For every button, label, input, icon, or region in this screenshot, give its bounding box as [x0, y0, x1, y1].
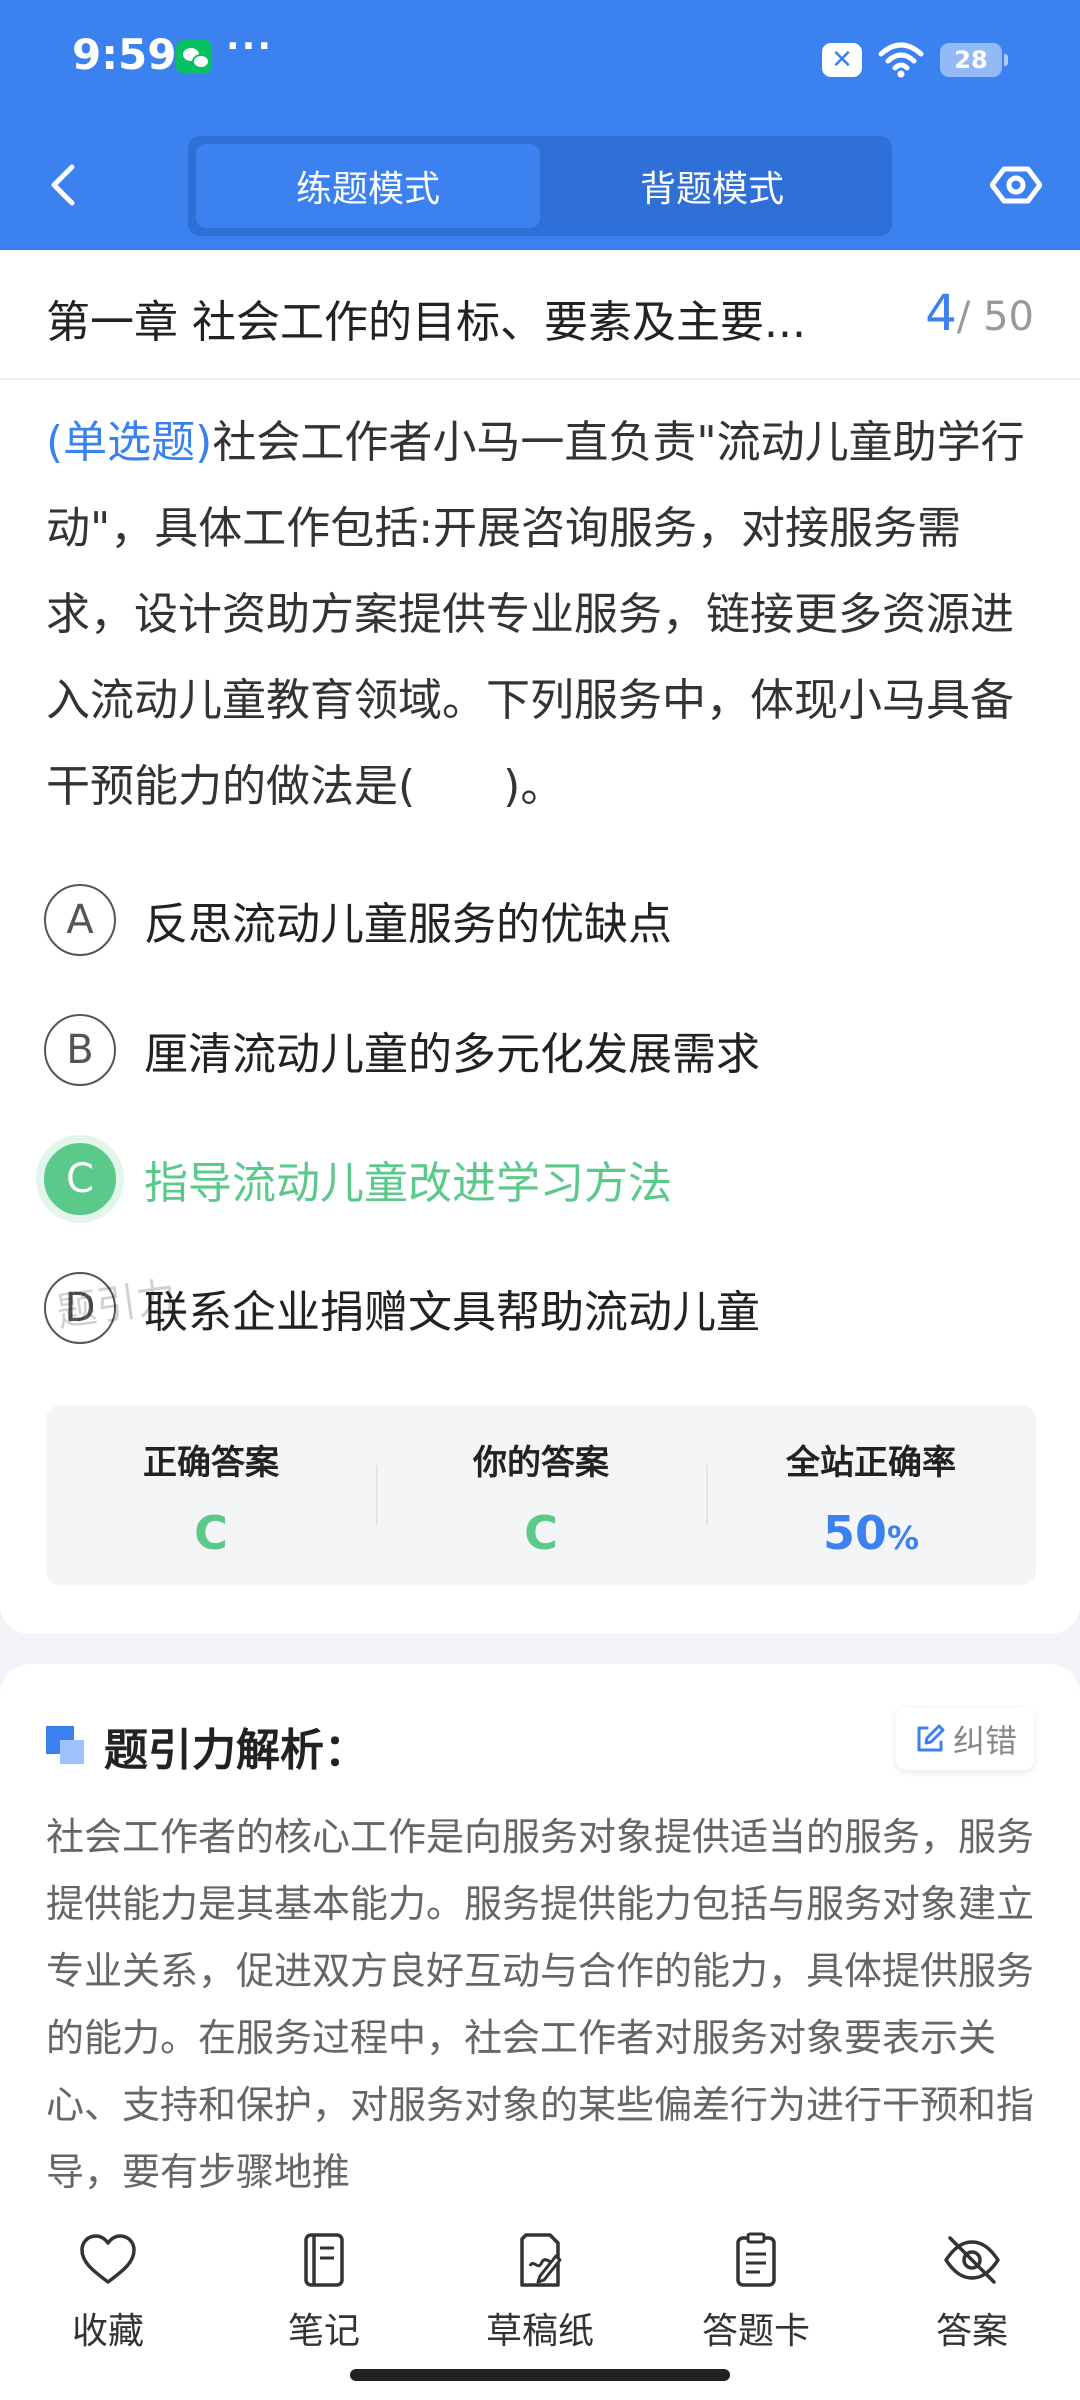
analysis-header: 题引力解析：: [46, 1714, 368, 1778]
chapter-title[interactable]: 第一章 社会工作的目标、要素及主要...: [46, 286, 806, 350]
correct-answer-value: C: [194, 1506, 228, 1560]
accuracy-value: 50%: [706, 1506, 1036, 1560]
mode-toggle: 练题模式 背题模式: [188, 136, 892, 236]
option-letter: C: [44, 1143, 116, 1215]
show-answer-label: 答案: [935, 2311, 1008, 2352]
close-badge-icon: ✕: [822, 43, 862, 77]
status-time: 9:59: [72, 30, 177, 79]
answer-result-box: 正确答案 C 你的答案 C 全站正确率 50%: [46, 1405, 1036, 1585]
scratch-paper-button[interactable]: 草稿纸: [460, 2232, 620, 2354]
option-a[interactable]: A 反思流动儿童服务的优缺点: [44, 880, 672, 960]
correct-answer-col: 正确答案 C: [46, 1405, 376, 1585]
answer-sheet-label: 答题卡: [701, 2311, 810, 2352]
option-text: 联系企业捐赠文具帮助流动儿童: [144, 1287, 760, 1338]
your-answer-value: C: [524, 1506, 558, 1560]
scratch-paper-label: 草稿纸: [485, 2311, 594, 2352]
question-stem: (单选题)社会工作者小马一直负责"流动儿童助学行动"，具体工作包括:开展咨询服务…: [46, 400, 1036, 830]
tab-memorize-mode[interactable]: 背题模式: [540, 144, 884, 228]
edit-icon: [917, 1724, 945, 1752]
wechat-icon: [176, 40, 212, 74]
notes-button[interactable]: 笔记: [244, 2232, 404, 2354]
option-letter: B: [44, 1014, 116, 1086]
question-progress: 4/ 50: [925, 284, 1034, 342]
analysis-logo-icon: [46, 1726, 86, 1766]
accuracy-col: 全站正确率 50%: [706, 1405, 1036, 1585]
question-type-tag: (单选题): [46, 417, 213, 468]
settings-hexagon-icon[interactable]: [990, 155, 1042, 215]
analysis-text: 社会工作者的核心工作是向服务对象提供适当的服务，服务提供能力是其基本能力。服务提…: [46, 1815, 1035, 2194]
accuracy-label: 全站正确率: [786, 1443, 956, 1483]
correct-answer-label: 正确答案: [143, 1443, 279, 1483]
answer-sheet-button[interactable]: 答题卡: [676, 2232, 836, 2354]
battery-icon: 28: [940, 43, 1008, 77]
notes-label: 笔记: [287, 2311, 360, 2352]
total-question-count: / 50: [956, 294, 1034, 340]
home-indicator[interactable]: [350, 2369, 730, 2381]
back-arrow-icon[interactable]: [38, 155, 88, 215]
current-question-number: 4: [925, 284, 957, 342]
eye-hidden-icon: [944, 2236, 1000, 2284]
wifi-icon: [878, 42, 924, 78]
status-icons: ✕ 28: [822, 40, 1008, 80]
more-notifications-icon: ···: [226, 26, 274, 67]
notebook-icon: [304, 2233, 344, 2287]
draft-paper-icon: [520, 2233, 562, 2287]
report-error-button[interactable]: 纠错: [896, 1708, 1034, 1770]
your-answer-label: 你的答案: [473, 1443, 609, 1483]
heart-icon: [80, 2234, 136, 2284]
option-text: 厘清流动儿童的多元化发展需求: [144, 1029, 760, 1080]
tab-practice-mode[interactable]: 练题模式: [196, 144, 540, 228]
show-answer-button[interactable]: 答案: [892, 2232, 1052, 2354]
option-text: 指导流动儿童改进学习方法: [144, 1158, 672, 1209]
clipboard-icon: [736, 2232, 776, 2287]
favorite-button[interactable]: 收藏: [28, 2232, 188, 2354]
option-text: 反思流动儿童服务的优缺点: [144, 899, 672, 950]
analysis-title: 题引力解析：: [104, 1725, 368, 1776]
app-header: 9:59 ··· ✕ 28 练题模式 背题模式: [0, 0, 1080, 250]
accuracy-unit: %: [886, 1519, 920, 1557]
report-error-label: 纠错: [952, 1722, 1017, 1760]
option-letter: A: [44, 884, 116, 956]
option-b[interactable]: B 厘清流动儿童的多元化发展需求: [44, 1010, 760, 1090]
question-text: 社会工作者小马一直负责"流动儿童助学行动"，具体工作包括:开展咨询服务，对接服务…: [46, 417, 1025, 812]
favorite-label: 收藏: [71, 2311, 144, 2352]
status-bar: 9:59 ··· ✕ 28: [0, 0, 1080, 120]
option-c[interactable]: C 指导流动儿童改进学习方法: [44, 1139, 672, 1219]
chapter-bar: 第一章 社会工作的目标、要素及主要... 4/ 50: [0, 250, 1080, 380]
accuracy-number: 50: [822, 1506, 887, 1560]
your-answer-col: 你的答案 C: [376, 1405, 706, 1585]
